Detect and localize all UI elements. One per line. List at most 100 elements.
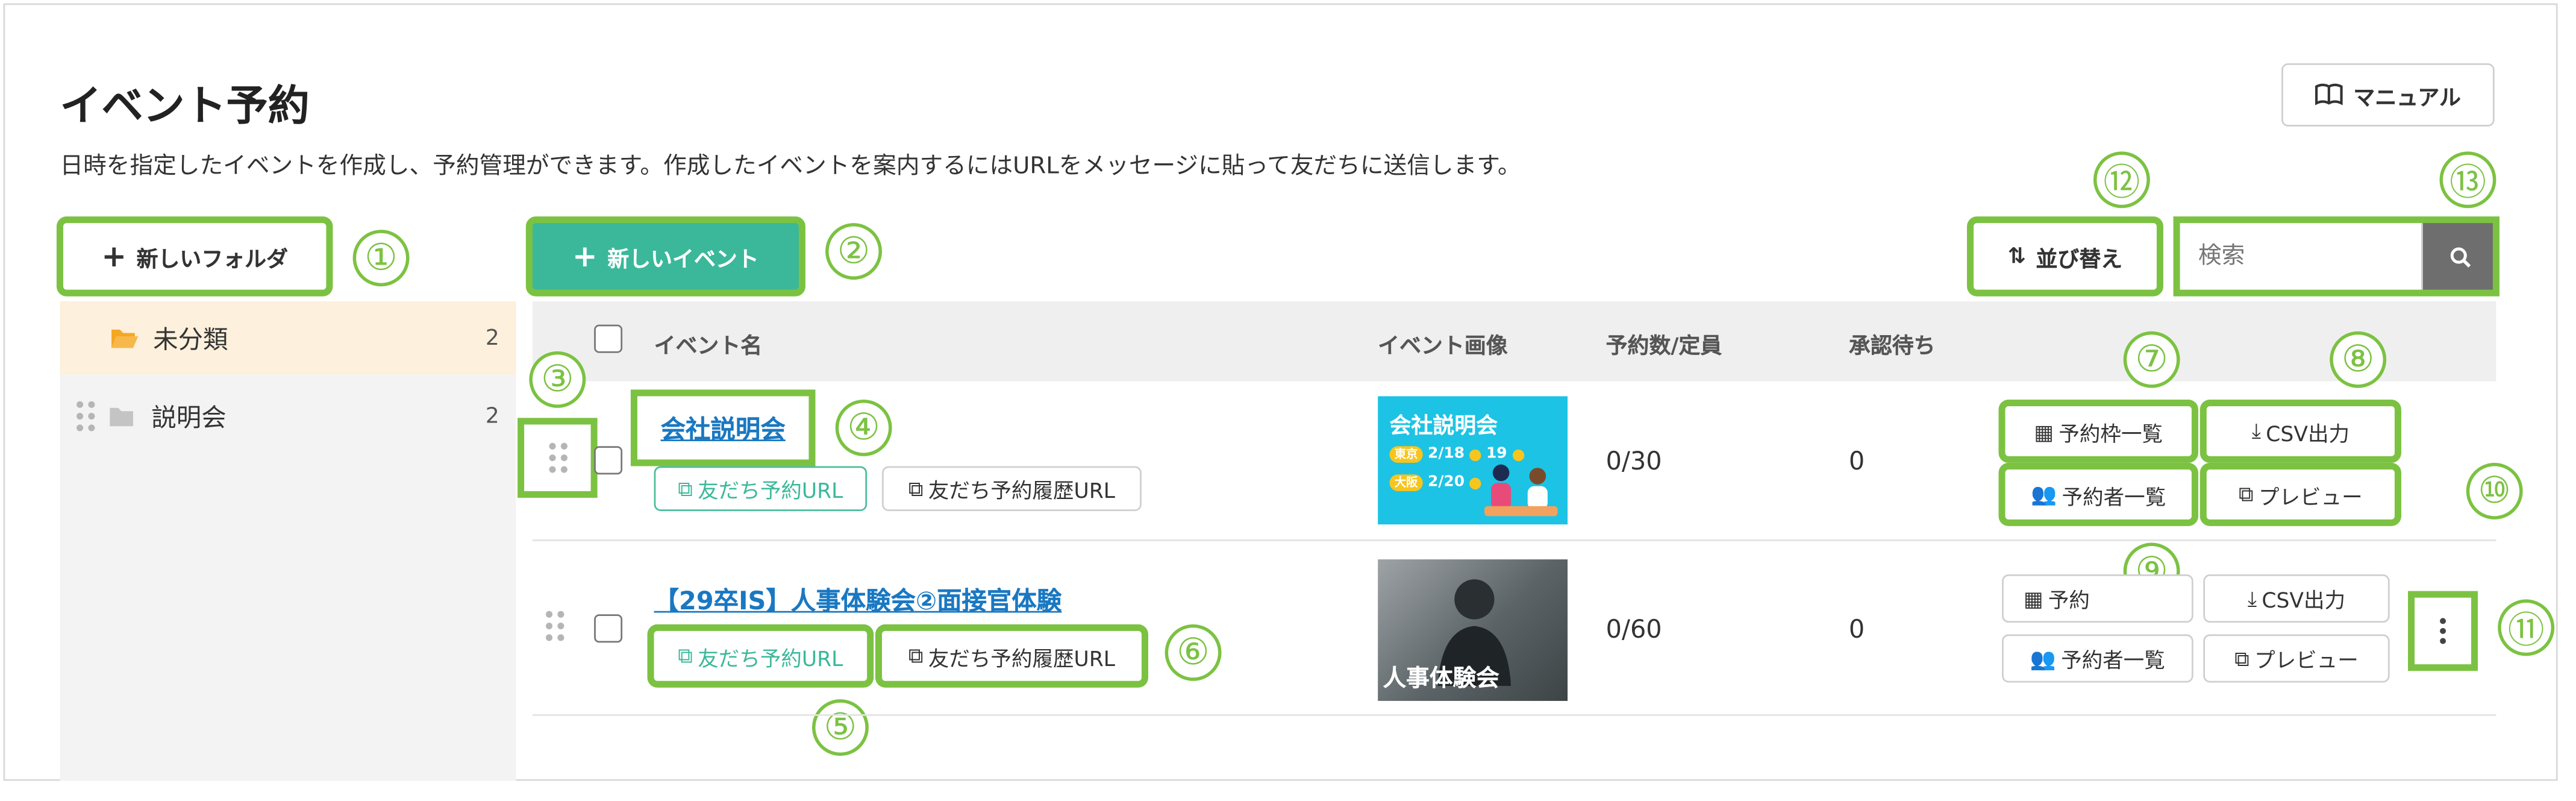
friend-history-url-button[interactable]: ⧉ 友だち予約履歴URL [875,624,1148,688]
new-event-button[interactable]: + 新しいイベント [525,216,805,297]
drag-handle-icon [548,442,567,473]
book-icon [2315,83,2343,105]
annotation-marker-3: ③ [529,351,586,408]
sort-icon: ⇅ [2007,243,2026,269]
copy-icon: ⧉ [908,642,924,668]
copy-icon: ⧉ [908,475,924,501]
csv-export-label: CSV出力 [2266,420,2350,445]
row-divider [532,539,2496,541]
search-input[interactable] [2177,219,2423,294]
search-button[interactable] [2422,219,2496,294]
event-name-link[interactable]: 会社説明会 [661,410,786,445]
row-divider [532,714,2496,716]
copy-icon: ⧉ [678,642,693,668]
people-illustration-icon [1484,464,1558,517]
image-date: 2/20 [1428,474,1465,491]
csv-export-button[interactable]: ⤓ CSV出力 [2199,399,2401,463]
annotation-marker-8: ⑧ [2330,331,2387,388]
annotation-marker-5: ⑤ [812,699,869,756]
annotation-marker-2: ② [825,223,883,280]
row-checkbox[interactable] [594,614,623,643]
row-checkbox[interactable] [594,446,623,475]
preview-label: プレビュー [2259,483,2363,509]
event-image: 会社説明会 東京 2/18 19 大阪 2/20 [1378,396,1568,525]
history-url-label: 友だち予約履歴URL [928,477,1116,503]
friend-reservation-url-button[interactable]: ⧉ 友だち予約URL [654,466,868,512]
reservers-list-button[interactable]: 👥 予約者一覧 [1998,462,2198,526]
folder-name: 未分類 [153,324,228,354]
image-date: 2/18 [1428,446,1465,463]
users-icon: 👥 [2030,645,2056,670]
manual-label: マニュアル [2353,86,2461,111]
folder-icon [110,407,133,426]
sort-label: 並び替え [2036,247,2123,272]
drag-handle[interactable] [546,611,564,641]
manual-button[interactable]: マニュアル [2281,63,2495,127]
image-badge-tag: 大阪 [1389,474,1423,491]
slot-list-label: 予約枠一覧 [2059,420,2163,445]
annotation-marker-11: ⑪ [2498,599,2555,656]
users-icon: 👥 [2031,481,2057,506]
annotation-marker-12: ⑫ [2093,151,2150,209]
annotation-marker-1: ① [352,230,410,287]
friend-url-label: 友だち予約URL [698,645,843,670]
annotation-marker-13: ⑬ [2439,151,2496,209]
capacity-value: 0/30 [1605,446,1662,477]
reservers-list-label: 予約者一覧 [2061,647,2165,673]
column-header-event-name: イベント名 [654,335,763,360]
event-image-title: 人事体験会 [1383,665,1499,693]
preview-label: プレビュー [2254,647,2359,673]
event-name-link-wrap: 会社説明会 [630,389,816,466]
more-menu-button[interactable] [2408,591,2478,671]
folder-item-briefing[interactable]: 説明会 2 [60,380,516,453]
drag-handle[interactable] [517,418,598,498]
search-icon [2449,247,2470,267]
image-dot [1469,448,1481,460]
annotation-marker-7: ⑦ [2123,331,2180,388]
preview-button[interactable]: ⧉ プレビュー [2199,462,2401,526]
csv-export-button[interactable]: ⤓ CSV出力 [2203,574,2390,623]
column-header-pending: 承認待ち [1848,335,1936,360]
preview-icon: ⧉ [2239,481,2254,506]
table-header [532,301,2496,382]
sort-button[interactable]: ⇅ 並び替え [1967,216,2163,297]
folder-item-unclassified[interactable]: 未分類 2 [60,301,516,375]
new-event-label: 新しいイベント [607,247,759,272]
image-dot [1469,477,1481,489]
drag-handle-icon[interactable] [77,401,95,432]
new-folder-button[interactable]: + 新しいフォルダ [56,216,333,297]
friend-reservation-url-button[interactable]: ⧉ 友だち予約URL [647,624,874,688]
calendar-icon: ▦ [2023,586,2043,611]
select-all-checkbox[interactable] [594,324,623,353]
slot-list-button[interactable]: ▦ 予約 [2002,574,2193,623]
annotation-marker-6: ⑥ [1165,624,1222,681]
friend-history-url-button[interactable]: ⧉ 友だち予約履歴URL [882,466,1142,512]
annotation-marker-10: ⑩ [2466,462,2523,520]
event-image: 人事体験会 [1378,559,1568,701]
column-header-event-image: イベント画像 [1378,335,1508,360]
column-header-capacity: 予約数/定員 [1605,335,1722,360]
search-box [2173,216,2499,297]
folder-name: 説明会 [151,402,227,432]
drag-handle-icon [546,611,564,641]
plus-icon: + [572,239,598,274]
reservers-list-label: 予約者一覧 [2062,483,2166,509]
pending-value: 0 [1848,614,1865,645]
folder-open-icon [111,329,139,348]
folder-count: 2 [485,325,499,351]
event-name-link[interactable]: 【29卒IS】人事体験会②面接官体験 [654,583,1062,618]
preview-icon: ⧉ [2234,645,2249,670]
page-title: イベント予約 [60,81,310,130]
image-badge: 大阪 2/20 [1389,474,1481,491]
calendar-icon: ▦ [2034,418,2054,444]
event-image-title: 会社説明会 [1389,414,1498,440]
image-badge-tag: 東京 [1389,446,1423,463]
slot-list-button[interactable]: ▦ 予約枠一覧 [1998,399,2198,463]
friend-url-label: 友だち予約URL [698,477,843,503]
plus-icon: + [101,239,127,274]
history-url-label: 友だち予約履歴URL [928,645,1116,670]
reservers-list-button[interactable]: 👥 予約者一覧 [2002,634,2193,683]
copy-icon: ⧉ [678,475,693,501]
folder-count: 2 [485,403,499,429]
preview-button[interactable]: ⧉ プレビュー [2203,634,2390,683]
